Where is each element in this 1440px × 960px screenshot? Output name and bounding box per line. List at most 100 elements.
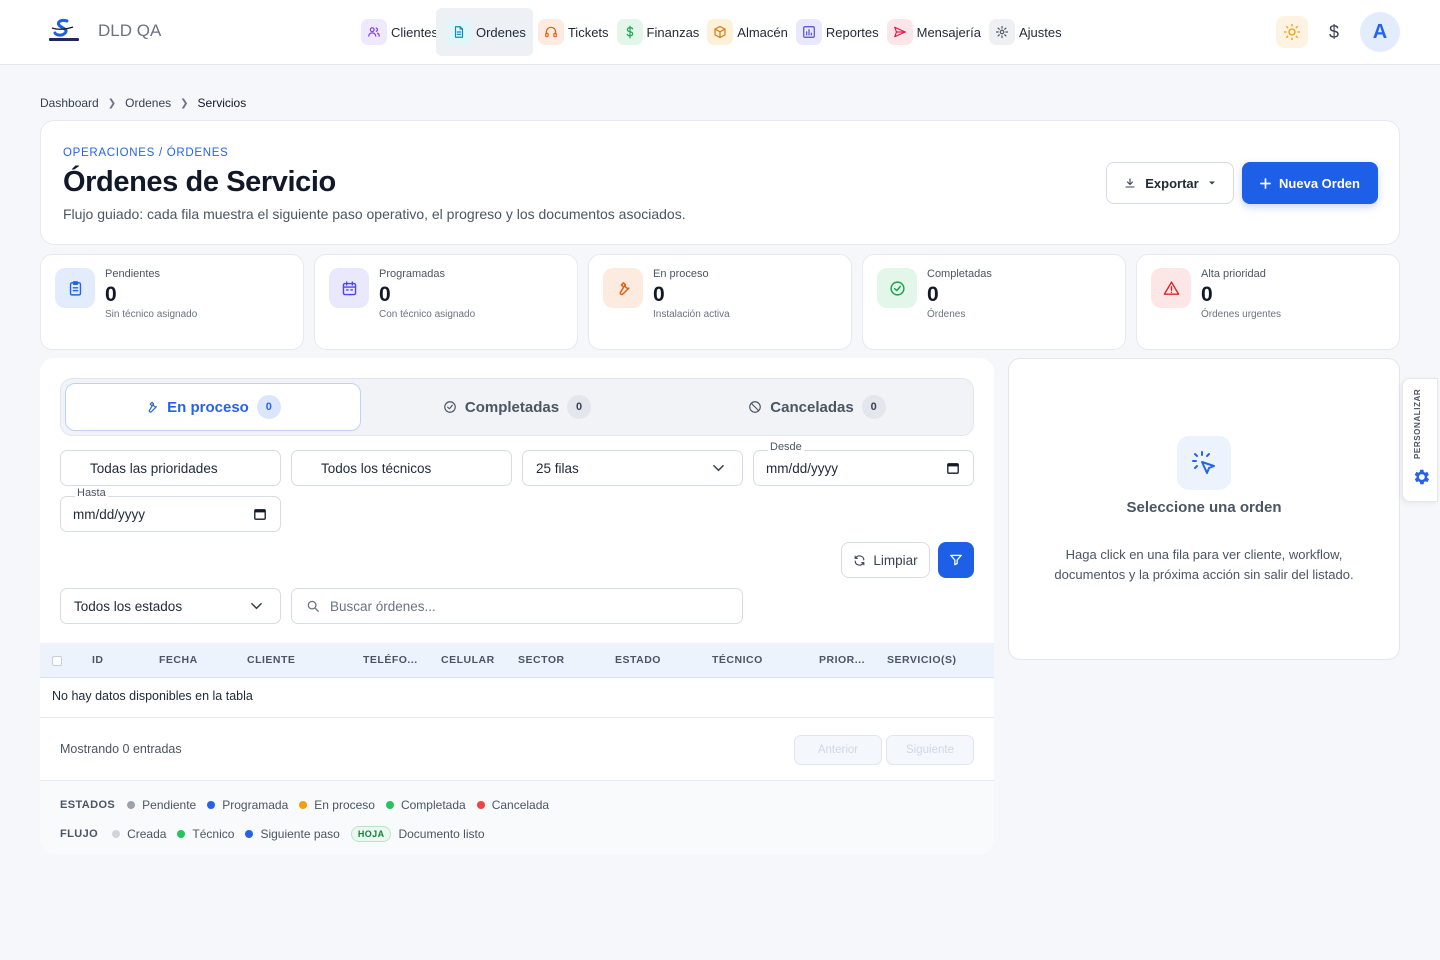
orders-panel: En proceso 0 Completadas 0 Canceladas 0 Todas…	[40, 358, 994, 854]
status-filter-select[interactable]: Todos los estados	[60, 588, 281, 624]
nav-item-almacen[interactable]: Almacén	[706, 8, 795, 56]
tab-count-badge: 0	[256, 395, 281, 419]
chevron-right-icon: ❯	[107, 97, 117, 109]
search-icon	[307, 600, 319, 612]
stat-label: Alta prioridad	[1201, 268, 1266, 280]
column-header[interactable]: ESTADO	[615, 654, 661, 666]
previous-page-button[interactable]: Anterior	[794, 735, 882, 765]
column-header[interactable]: FECHA	[159, 654, 198, 666]
legend-label: Técnico	[192, 827, 235, 841]
status-filter-value: Todos los estados	[74, 598, 183, 614]
gear-icon	[995, 25, 1009, 39]
status-dot	[207, 801, 216, 809]
calendar-icon[interactable]	[254, 508, 266, 520]
nav-item-reportes[interactable]: Reportes	[795, 8, 886, 56]
hoja-badge: HOJA	[350, 826, 392, 842]
caret-down-icon	[1208, 181, 1215, 185]
dollar-icon	[626, 25, 633, 39]
nav-item-tickets[interactable]: Tickets	[537, 8, 616, 56]
new-order-button[interactable]: Nueva Orden	[1242, 162, 1378, 204]
detail-empty-text: Haga click en una fila para ver cliente,…	[1054, 547, 1354, 582]
legend-item: Siguiente paso	[245, 827, 340, 841]
tab-canceladas[interactable]: Canceladas 0	[669, 383, 965, 431]
legend-item: Programada	[207, 798, 288, 812]
send-icon-wrap	[886, 19, 913, 45]
legend: ESTADOS Pendiente Programada En proceso Com…	[40, 780, 994, 854]
filter-icon	[950, 554, 962, 566]
nav-item-label: Tickets	[567, 24, 609, 40]
legend-item: Pendiente	[127, 798, 196, 812]
legend-flujo: FLUJO Creada Técnico Siguiente paso HOJA Doc…	[60, 826, 485, 842]
user-avatar[interactable]: A	[1360, 12, 1400, 52]
nav-item-clientes[interactable]: Clientes	[360, 8, 445, 56]
next-page-button[interactable]: Siguiente	[886, 735, 974, 765]
date-to-label: Hasta	[75, 487, 108, 499]
column-header[interactable]: CLIENTE	[247, 654, 295, 666]
technician-filter[interactable]: Todos los técnicos	[291, 450, 512, 486]
headset-icon-wrap	[537, 19, 564, 45]
breadcrumb-ordenes[interactable]: Ordenes	[125, 96, 171, 110]
tab-completadas[interactable]: Completadas 0	[369, 383, 665, 431]
chart-icon	[803, 26, 815, 38]
legend-label: Documento listo	[398, 827, 485, 841]
stat-card-en-proceso[interactable]: En proceso 0 Instalación activa	[588, 254, 852, 350]
search-input[interactable]: Buscar órdenes...	[291, 588, 743, 624]
cursor-click-icon	[1177, 436, 1231, 490]
status-dot	[385, 801, 394, 809]
legend-estados-title: ESTADOS	[60, 799, 116, 811]
download-icon	[1125, 178, 1135, 188]
stat-card-programadas[interactable]: Programadas 0 Con técnico asignado	[314, 254, 578, 350]
legend-label: En proceso	[314, 798, 375, 812]
date-from-input[interactable]: mm/dd/yyyy	[753, 450, 974, 486]
table-empty-text: No hay datos disponibles en la tabla	[52, 689, 253, 703]
column-header[interactable]: ID	[92, 654, 104, 666]
stat-card-completadas[interactable]: Completadas 0 Órdenes	[862, 254, 1126, 350]
rows-per-page-select[interactable]: 25 filas	[522, 450, 743, 486]
breadcrumb-dashboard[interactable]: Dashboard	[40, 96, 99, 110]
status-dot	[476, 801, 485, 809]
tab-en-proceso[interactable]: En proceso 0	[65, 383, 361, 431]
priority-filter[interactable]: Todas las prioridades	[60, 450, 281, 486]
nav-item-finanzas[interactable]: Finanzas	[616, 8, 707, 56]
stat-icon-wrap	[329, 268, 369, 308]
breadcrumb-servicios: Servicios	[197, 96, 247, 110]
legend-label: Siguiente paso	[260, 827, 340, 841]
alert-icon	[1163, 280, 1179, 295]
column-header[interactable]: CELULAR	[441, 654, 495, 666]
tab-label: Canceladas	[770, 398, 854, 416]
legend-label: Creada	[127, 827, 167, 841]
plus-icon	[1260, 177, 1271, 189]
nav-item-ajustes[interactable]: Ajustes	[988, 8, 1069, 56]
stat-icon-wrap	[1151, 268, 1191, 308]
currency-button[interactable]: $	[1318, 16, 1350, 48]
nav-item-label: Ajustes	[1018, 24, 1062, 40]
calendar-icon[interactable]	[947, 462, 959, 474]
headset-icon	[545, 26, 557, 38]
app-logo[interactable]	[47, 18, 81, 44]
column-header[interactable]: TÉCNICO	[712, 654, 763, 666]
chevron-right-icon: ❯	[180, 97, 189, 109]
column-header[interactable]: PRIOR...	[819, 654, 865, 666]
export-button-label: Exportar	[1145, 175, 1199, 191]
apply-filter-button[interactable]	[938, 542, 974, 578]
export-button[interactable]: Exportar	[1106, 162, 1234, 204]
customize-tab[interactable]: PERSONALIZAR	[1402, 378, 1438, 502]
check-circle-icon	[889, 280, 905, 296]
select-all-checkbox[interactable]	[52, 656, 62, 666]
nav-item-ordenes[interactable]: Ordenes	[435, 8, 533, 56]
theme-toggle-button[interactable]	[1276, 16, 1308, 48]
clear-filters-label: Limpiar	[873, 552, 918, 568]
clear-filters-button[interactable]: Limpiar	[841, 542, 930, 578]
status-dot	[299, 801, 308, 809]
stat-card-alta-prioridad[interactable]: Alta prioridad 0 Órdenes urgentes	[1136, 254, 1400, 350]
column-header[interactable]: SECTOR	[518, 654, 565, 666]
date-to-input[interactable]: mm/dd/yyyy	[60, 496, 281, 532]
nav-item-mensajeria[interactable]: Mensajería	[886, 8, 988, 56]
column-header[interactable]: SERVICIO(S)	[887, 654, 956, 666]
table-empty-row: No hay datos disponibles en la tabla	[40, 678, 994, 718]
priority-filter-value: Todas las prioridades	[90, 460, 218, 476]
flow-dot	[245, 830, 254, 838]
legend-label: Cancelada	[491, 798, 550, 812]
stat-card-pendientes[interactable]: Pendientes 0 Sin técnico asignado	[40, 254, 304, 350]
column-header[interactable]: TELÉFO...	[363, 654, 418, 666]
